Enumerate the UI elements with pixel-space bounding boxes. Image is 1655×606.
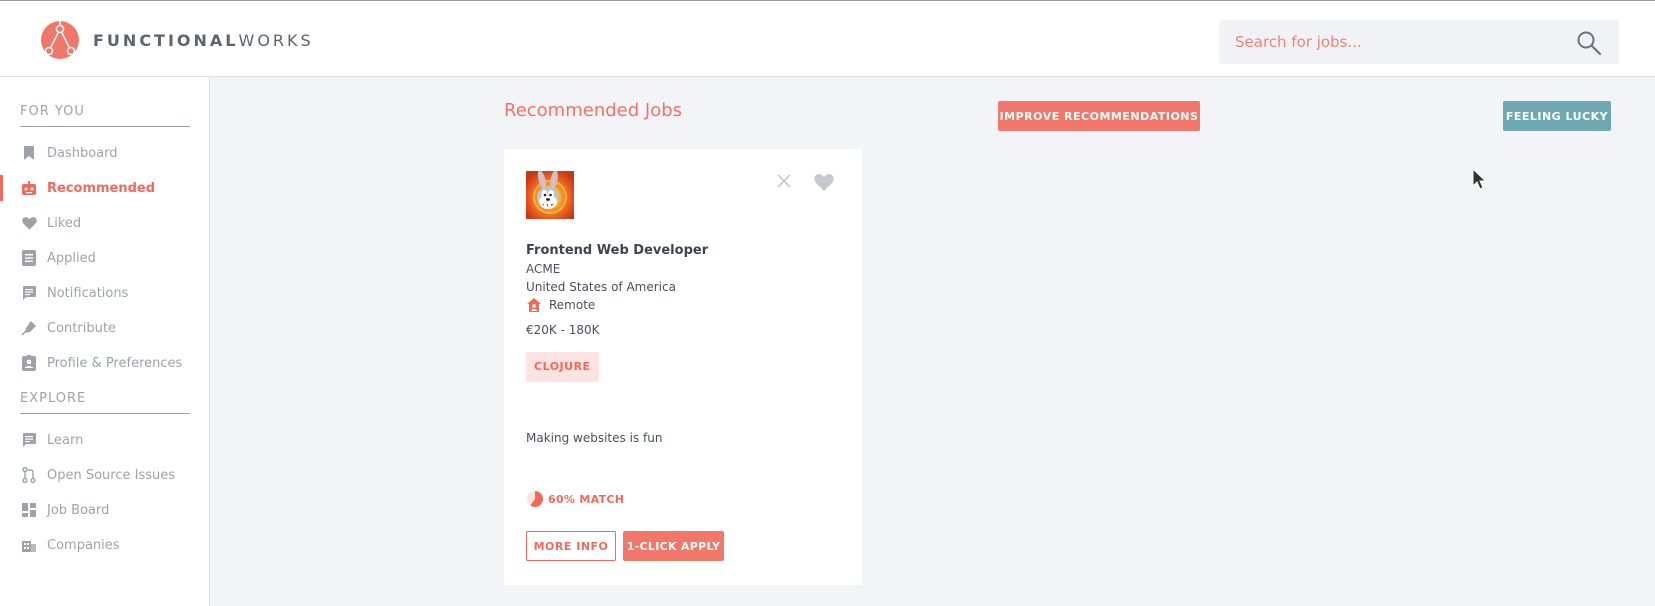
- pen-icon: [21, 320, 37, 336]
- header: FUNCTIONALWORKS: [0, 0, 1655, 77]
- section-divider: [20, 126, 190, 127]
- sidebar-item-learn[interactable]: Learn: [0, 427, 209, 453]
- section-divider: [20, 413, 190, 414]
- sidebar: FOR YOU Dashboard Recommended Liked Appl…: [0, 77, 210, 606]
- badge-icon: [21, 355, 37, 371]
- home-icon: [527, 298, 541, 312]
- mouse-cursor-icon: [1472, 168, 1486, 190]
- sidebar-item-label: Contribute: [47, 320, 116, 336]
- close-icon[interactable]: [776, 173, 792, 189]
- robot-icon: [21, 180, 37, 196]
- search-icon[interactable]: [1576, 30, 1602, 56]
- sidebar-item-label: Profile & Preferences: [47, 355, 183, 371]
- company-name: ACME: [526, 262, 561, 276]
- building-icon: [21, 537, 37, 553]
- one-click-apply-button[interactable]: 1-CLICK APPLY: [623, 531, 724, 561]
- sidebar-item-job-board[interactable]: Job Board: [0, 497, 209, 523]
- sidebar-item-label: Dashboard: [47, 145, 118, 161]
- logo[interactable]: FUNCTIONALWORKS: [40, 20, 314, 60]
- sidebar-item-label: Notifications: [47, 285, 129, 301]
- remote-label: Remote: [549, 298, 596, 312]
- match-indicator: 60% MATCH: [526, 490, 624, 508]
- sidebar-item-applied[interactable]: Applied: [0, 245, 209, 271]
- logo-text: FUNCTIONALWORKS: [93, 31, 314, 50]
- sidebar-item-label: Recommended: [47, 180, 156, 196]
- sidebar-item-label: Applied: [47, 250, 96, 266]
- sidebar-item-dashboard[interactable]: Dashboard: [0, 140, 209, 166]
- sidebar-item-liked[interactable]: Liked: [0, 210, 209, 236]
- sidebar-item-open-source-issues[interactable]: Open Source Issues: [0, 462, 209, 488]
- message-icon: [21, 285, 37, 301]
- logo-text-bold: FUNCTIONAL: [93, 30, 239, 50]
- sidebar-item-notifications[interactable]: Notifications: [0, 280, 209, 306]
- sidebar-item-recommended[interactable]: Recommended: [0, 175, 209, 201]
- sidebar-item-label: Job Board: [47, 502, 110, 518]
- message-icon: [21, 432, 37, 448]
- sidebar-item-profile-preferences[interactable]: Profile & Preferences: [0, 350, 209, 376]
- page-title: Recommended Jobs: [504, 100, 683, 121]
- bookmark-icon: [21, 145, 37, 161]
- dashboard-grid-icon: [21, 502, 37, 518]
- rabbit-avatar-icon: [526, 171, 574, 219]
- sidebar-item-label: Companies: [47, 537, 120, 553]
- sidebar-item-label: Open Source Issues: [47, 467, 176, 483]
- heart-icon: [21, 215, 37, 231]
- job-location: United States of America: [526, 280, 676, 294]
- job-card[interactable]: Frontend Web Developer ACME United State…: [504, 149, 862, 585]
- section-title-for-you: FOR YOU: [20, 104, 85, 119]
- match-label: 60% MATCH: [548, 492, 625, 506]
- feeling-lucky-button[interactable]: FEELING LUCKY: [1503, 101, 1611, 131]
- search-input[interactable]: [1219, 20, 1579, 64]
- document-icon: [21, 250, 37, 266]
- logo-text-light: WORKS: [238, 30, 314, 50]
- section-title-explore: EXPLORE: [20, 391, 87, 406]
- pull-request-icon: [21, 467, 37, 483]
- sidebar-item-label: Liked: [47, 215, 82, 231]
- salary-range: €20K - 180K: [526, 323, 600, 337]
- heart-icon[interactable]: [814, 173, 834, 191]
- more-info-button[interactable]: MORE INFO: [526, 531, 616, 561]
- remote-indicator: Remote: [526, 297, 595, 313]
- job-description: Making websites is fun: [526, 431, 663, 445]
- search-box: [1219, 20, 1619, 64]
- job-title[interactable]: Frontend Web Developer: [526, 243, 708, 258]
- skill-tag[interactable]: CLOJURE: [526, 352, 599, 382]
- improve-recommendations-button[interactable]: IMPROVE RECOMMENDATIONS: [998, 101, 1200, 131]
- sidebar-item-contribute[interactable]: Contribute: [0, 315, 209, 341]
- sidebar-item-companies[interactable]: Companies: [0, 532, 209, 558]
- logo-icon: [41, 21, 79, 59]
- match-pie-icon: [527, 491, 544, 507]
- sidebar-item-label: Learn: [47, 432, 84, 448]
